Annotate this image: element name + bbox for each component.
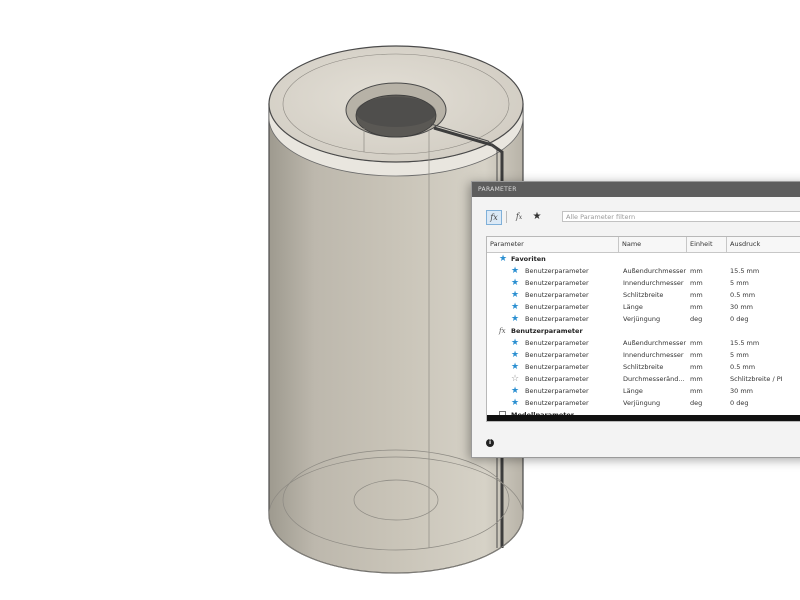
expression-cell: 0 deg — [730, 315, 749, 323]
dialog-toolbar: fx fx ★ Alle Parameter filtern — [472, 206, 800, 226]
parameter-cell: Benutzerparameter — [525, 387, 589, 395]
favorite-star-icon[interactable]: ★ — [511, 337, 519, 349]
parameter-cell: Benutzerparameter — [525, 279, 589, 287]
expression-cell: 5 mm — [730, 279, 749, 287]
unit-cell: mm — [690, 339, 703, 347]
parameter-dialog[interactable]: PARAMETER fx fx ★ Alle Parameter filtern… — [471, 181, 800, 458]
parameter-cell: Benutzerparameter — [525, 351, 589, 359]
unit-cell: mm — [690, 291, 703, 299]
name-cell: Außendurchmesser — [623, 339, 687, 347]
name-cell: Länge — [623, 387, 643, 395]
toolbar-divider — [506, 211, 507, 223]
name-cell: Innendurchmesser — [623, 351, 684, 359]
expression-cell: Schlitzbreite / PI — [730, 375, 783, 383]
table-row[interactable]: ★ Benutzerparameter Innendurchmesser mm 5 mm — [487, 349, 800, 361]
table-row[interactable]: ☆ Benutzerparameter Durchmesseränd... mm Sch… — [487, 373, 800, 385]
table-row[interactable]: ★ Benutzerparameter Verjüngung deg 0 deg — [487, 397, 800, 409]
name-cell: Schlitzbreite — [623, 291, 664, 299]
favorite-star-icon[interactable]: ★ — [511, 349, 519, 361]
table-header: Parameter Name Einheit Ausdruck — [487, 237, 800, 253]
parameter-cell: Benutzerparameter — [525, 339, 589, 347]
parameter-cell: Benutzerparameter — [525, 267, 589, 275]
name-cell: Verjüngung — [623, 399, 661, 407]
expression-cell: 0 deg — [730, 399, 749, 407]
dialog-title[interactable]: PARAMETER — [472, 182, 800, 197]
group-label: Favoriten — [511, 255, 546, 263]
unit-cell: deg — [690, 315, 703, 323]
group-row[interactable]: ★ Favoriten — [487, 253, 800, 265]
favorite-star-outline-icon[interactable]: ☆ — [511, 373, 519, 385]
expression-cell: 30 mm — [730, 303, 754, 311]
parameter-cell: Benutzerparameter — [525, 363, 589, 371]
info-icon[interactable]: i — [486, 439, 494, 447]
name-cell: Innendurchmesser — [623, 279, 684, 287]
favorite-star-icon[interactable]: ★ — [511, 313, 519, 325]
unit-cell: mm — [690, 303, 703, 311]
table-row[interactable]: ★ Benutzerparameter Schlitzbreite mm 0.5 mm — [487, 289, 800, 301]
unit-cell: mm — [690, 279, 703, 287]
parameter-cell: Benutzerparameter — [525, 375, 589, 383]
table-row[interactable]: ★ Benutzerparameter Innendurchmesser mm 5 mm — [487, 277, 800, 289]
favorite-star-icon[interactable]: ★ — [511, 265, 519, 277]
table-row[interactable]: ★ Benutzerparameter Außendurchmesser mm 15.5… — [487, 337, 800, 349]
name-cell: Länge — [623, 303, 643, 311]
parameter-cell: Benutzerparameter — [525, 399, 589, 407]
fx-star-icon[interactable]: fx — [512, 210, 526, 223]
expression-cell: 15.5 mm — [730, 267, 760, 275]
unit-cell: mm — [690, 363, 703, 371]
table-row[interactable]: ★ Benutzerparameter Verjüngung deg 0 deg — [487, 313, 800, 325]
name-cell: Schlitzbreite — [623, 363, 664, 371]
favorite-star-icon[interactable]: ★ — [511, 361, 519, 373]
unit-cell: mm — [690, 375, 703, 383]
unit-cell: deg — [690, 399, 703, 407]
table-row[interactable]: ★ Benutzerparameter Länge mm 30 mm — [487, 385, 800, 397]
parameter-cell: Benutzerparameter — [525, 291, 589, 299]
expression-cell: 15.5 mm — [730, 339, 760, 347]
column-expression[interactable]: Ausdruck — [727, 237, 800, 252]
unit-cell: mm — [690, 351, 703, 359]
fx-icon: fx — [499, 327, 506, 335]
favorite-star-icon[interactable]: ★ — [511, 301, 519, 313]
favorite-star-icon[interactable]: ★ — [511, 277, 519, 289]
table-body: ★ Favoriten ★ Benutzerparameter Außendurchme… — [487, 253, 800, 421]
group-row[interactable]: fx Benutzerparameter — [487, 325, 800, 337]
favorite-star-icon[interactable]: ★ — [511, 385, 519, 397]
star-icon[interactable]: ★ — [530, 210, 544, 223]
parameter-cell: Benutzerparameter — [525, 315, 589, 323]
table-row[interactable]: ★ Benutzerparameter Länge mm 30 mm — [487, 301, 800, 313]
unit-cell: mm — [690, 387, 703, 395]
favorite-star-icon[interactable]: ★ — [511, 289, 519, 301]
fx-icon[interactable]: fx — [486, 210, 502, 225]
group-label: Benutzerparameter — [511, 327, 583, 335]
table-row[interactable]: ★ Benutzerparameter Außendurchmesser mm 15.5… — [487, 265, 800, 277]
table-row[interactable]: ★ Benutzerparameter Schlitzbreite mm 0.5 mm — [487, 361, 800, 373]
parameter-table[interactable]: Parameter Name Einheit Ausdruck ★ Favorit… — [486, 236, 800, 422]
star-icon: ★ — [499, 254, 508, 264]
name-cell: Durchmesseränd... — [623, 375, 685, 383]
name-cell: Außendurchmesser — [623, 267, 687, 275]
parameter-cell: Benutzerparameter — [525, 303, 589, 311]
expression-cell: 0.5 mm — [730, 363, 756, 371]
favorite-star-icon[interactable]: ★ — [511, 397, 519, 409]
column-unit[interactable]: Einheit — [687, 237, 727, 252]
expression-cell: 5 mm — [730, 351, 749, 359]
name-cell: Verjüngung — [623, 315, 661, 323]
horizontal-scrollbar[interactable] — [487, 415, 800, 421]
expression-cell: 0.5 mm — [730, 291, 756, 299]
column-name[interactable]: Name — [619, 237, 687, 252]
filter-input[interactable]: Alle Parameter filtern — [562, 211, 800, 222]
unit-cell: mm — [690, 267, 703, 275]
expression-cell: 30 mm — [730, 387, 754, 395]
column-parameter[interactable]: Parameter — [487, 237, 619, 252]
